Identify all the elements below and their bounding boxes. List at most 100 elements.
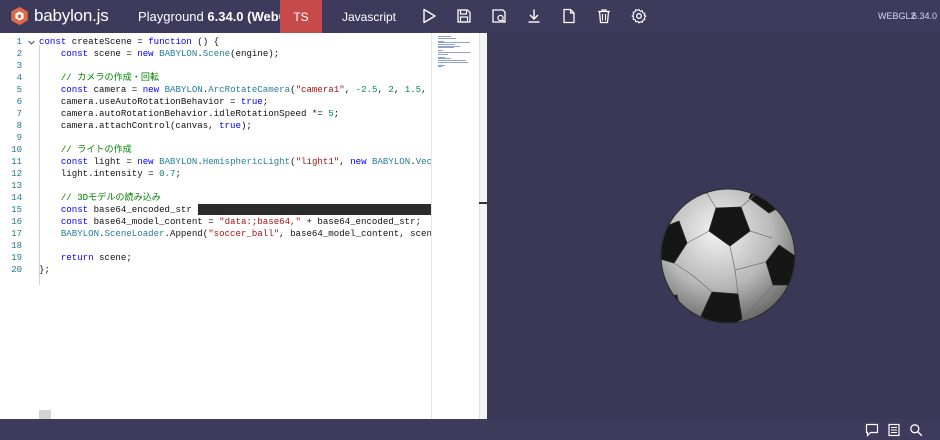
save-icon [457,9,471,23]
new-button[interactable] [560,7,578,25]
settings-button[interactable] [630,7,648,25]
code-token: 1.5 [404,84,422,95]
engine-label: WEBGL2 [878,11,916,21]
minimap-line [438,66,442,68]
clear-button[interactable] [595,7,613,25]
fold-chevron-icon[interactable] [27,38,36,47]
code-token: .Append( [164,228,209,239]
horizontal-scrollbar-thumb[interactable] [39,410,51,419]
code-line[interactable]: light.intensity = 0.7; [39,168,181,180]
minimap-line [438,37,456,39]
code-token: , [344,84,356,95]
code-token: new [137,48,154,59]
code-line[interactable]: return scene; [39,252,132,264]
code-line[interactable]: camera.autoRotationBehavior.idleRotation… [39,108,339,120]
soccer-ball[interactable] [487,33,940,419]
code-token: camera = [88,84,143,95]
code-token: // カメラの作成・回転 [60,72,160,83]
engine-version: 6.34.0 [912,11,938,21]
tab-javascript[interactable]: Javascript [331,0,407,33]
bottom-bar [0,419,940,440]
line-number-gutter: 1 2 3 4 5 6 7 8 9 10 11 12 13 14 15 16 17 18 19 20 [0,33,36,419]
logo-text: babylon.js [34,6,109,25]
code-token: new [137,156,154,167]
code-token: function [148,36,192,47]
run-button[interactable] [420,7,438,25]
code-line[interactable]: const light = new BABYLON.HemisphericLig… [39,156,431,168]
line-number: 7 [16,109,22,119]
code-line[interactable]: const scene = new BABYLON.Scene(engine); [39,48,279,60]
search-button[interactable] [908,422,923,437]
code-token: light = [88,156,138,167]
code-line[interactable]: camera.useAutoRotationBehavior = true; [39,96,268,108]
code-token: Scene [202,48,231,59]
babylon-logo-icon [11,6,28,26]
code-line[interactable]: camera.attachControl(canvas, true); [39,120,252,132]
line-number: 2 [16,49,22,59]
code-token: }; [39,264,50,275]
line-number: 4 [16,73,22,83]
code-line[interactable]: BABYLON.SceneLoader.Append("soccer_ball"… [39,228,431,240]
code-token: Vector3 [415,156,431,167]
settings-icon [631,8,647,24]
line-number: 10 [11,145,22,155]
code-token: camera.autoRotationBehavior.idleRotation… [39,108,329,119]
code-token: const [60,84,89,95]
code-token: -2.5 [355,84,378,95]
code-line[interactable]: // 3Dモデルの読み込み [39,192,161,204]
code-token: base64_encoded_str = [88,204,209,215]
code-token: // ライトの作成 [60,144,132,155]
feedback-button[interactable] [864,422,879,437]
line-number: 17 [11,229,22,239]
code-token: + base64_encoded_str; [300,216,422,227]
code-token: ; [175,168,181,179]
line-number: 3 [16,61,22,71]
code-area[interactable]: const createScene = function () { const … [39,33,431,419]
code-line[interactable]: // ライトの作成 [39,144,132,156]
line-number: 20 [11,265,22,275]
minimap-line [438,47,454,49]
code-line[interactable]: const createScene = function () { [39,36,219,48]
code-token: HemisphericLight [202,156,291,167]
code-token: ArcRotateCamera [208,84,291,95]
code-token: light.intensity = [39,168,160,179]
examples-button[interactable] [886,422,901,437]
tab-ts[interactable]: TS [280,0,322,33]
code-token: (engine); [230,48,280,59]
code-editor[interactable]: 1 2 3 4 5 6 7 8 9 10 11 12 13 14 15 16 17 18 19 20 const cr… [0,33,487,419]
code-token: , [377,84,389,95]
code-token: ); [240,120,252,131]
code-token: , [421,84,431,95]
inspector-button[interactable] [490,7,508,25]
code-line[interactable]: }; [39,264,50,276]
code-token: scene = [88,48,138,59]
code-token: scene; [93,252,132,263]
code-line[interactable]: const camera = new BABYLON.ArcRotateCame… [39,84,431,96]
scrollbar-marker [479,202,487,204]
clear-icon [598,9,610,24]
code-line[interactable]: const base64_model_content = "data:;base… [39,216,421,228]
line-number: 13 [11,181,22,191]
code-token: BABYLON [159,48,198,59]
line-number: 15 [11,205,22,215]
line-number: 12 [11,169,22,179]
code-token: return [60,252,94,263]
download-button[interactable] [525,7,543,25]
line-number: 11 [11,157,22,167]
code-line[interactable]: // カメラの作成・回転 [39,72,159,84]
code-token: createScene = [66,36,149,47]
vertical-scrollbar[interactable] [479,33,487,419]
code-token: "soccer_ball" [208,228,280,239]
minimap[interactable] [431,33,479,419]
babylon-logo[interactable]: babylon.js [10,6,109,26]
line-number: 8 [16,121,22,131]
save-button[interactable] [455,7,473,25]
render-canvas[interactable] [487,33,940,419]
code-line[interactable]: const base64_encoded_str = " [39,204,214,216]
code-token: const [60,204,89,215]
code-token: // 3Dモデルの読み込み [60,192,161,203]
code-token: () { [191,36,220,47]
code-token: camera.attachControl(canvas, [39,120,220,131]
